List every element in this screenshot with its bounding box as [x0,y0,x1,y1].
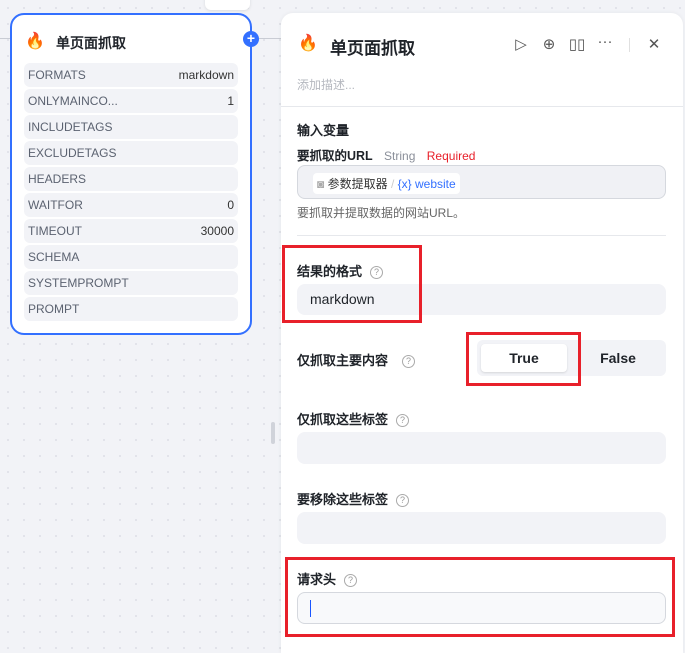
only-main-label-text: 仅抓取主要内容 [297,353,389,368]
separator: / [390,177,395,191]
panel-title: 单页面抓取 [330,39,415,58]
help-icon[interactable]: ? [402,355,416,368]
variable-chip[interactable]: ◙ 参数提取器 / {x} website [313,173,460,194]
source-node: 参数提取器 [327,177,388,191]
type-label: String [384,149,416,163]
help-icon[interactable]: ? [396,414,410,427]
url-input[interactable]: ◙ 参数提取器 / {x} website [297,165,666,199]
inputs-heading: 输入变量 [297,123,350,138]
param-value: markdown [178,68,234,82]
node-title: 单页面抓取 [56,35,126,51]
include-tags-input[interactable] [297,432,666,464]
exclude-tags-label: 要移除这些标签? [297,489,410,508]
divider [281,106,683,107]
book-icon[interactable]: ▯▯ [567,35,587,53]
exclude-tags-input[interactable] [297,512,666,544]
param-key: TIMEOUT [28,224,82,238]
node-param-row: INCLUDETAGS [24,115,238,139]
param-value: 30000 [200,224,234,238]
node-param-row: FORMATS markdown [24,63,238,87]
node-toolbar [205,0,250,10]
param-key: FORMATS [28,68,86,82]
workflow-node[interactable]: 🔥 单页面抓取 FORMATS markdown ONLYMAINCO... 1 INC… [10,13,252,335]
add-node-plus-icon[interactable]: + [243,31,259,47]
node-param-row: WAITFOR 0 [24,193,238,217]
node-param-row: EXCLUDETAGS [24,141,238,165]
run-icon[interactable]: ▷ [511,35,531,53]
include-tags-label: 仅抓取这些标签? [297,409,410,428]
highlight-box [466,332,581,386]
param-key: SYSTEMPROMPT [28,276,129,290]
node-param-row: PROMPT [24,297,238,321]
url-label-row: 要抓取的URL String Required [297,145,475,164]
required-label: Required [426,149,476,163]
variable-icon: {x} [397,177,412,191]
param-key: PROMPT [28,302,80,316]
node-param-row: ONLYMAINCO... 1 [24,89,238,113]
url-help: 要抓取并提取数据的网站URL。 [297,206,466,220]
close-icon[interactable]: ✕ [644,35,664,53]
node-param-row: TIMEOUT 30000 [24,219,238,243]
only-main-label: 仅抓取主要内容? [297,350,416,369]
param-value: 0 [227,198,234,212]
description-input[interactable]: 添加描述... [297,76,355,93]
variable-name: website [415,177,456,191]
help-icon[interactable]: ? [396,494,410,507]
highlight-box [282,245,422,323]
url-label: 要抓取的URL [297,149,373,163]
include-tags-label-text: 仅抓取这些标签 [297,412,389,427]
resize-handle[interactable] [271,422,275,444]
fire-icon: 🔥 [298,35,318,52]
param-key: EXCLUDETAGS [28,146,117,160]
param-key: INCLUDETAGS [28,120,113,134]
exclude-tags-label-text: 要移除这些标签 [297,492,389,507]
divider [629,38,630,52]
fire-icon: 🔥 [25,33,45,50]
more-icon[interactable]: ··· [595,33,615,50]
param-value: 1 [227,94,234,108]
node-icon: ◙ [317,177,325,191]
locate-icon[interactable]: ⊕ [539,35,559,53]
false-option[interactable]: False [575,344,661,372]
node-param-row: HEADERS [24,167,238,191]
node-param-row: SCHEMA [24,245,238,269]
param-key: WAITFOR [28,198,83,212]
edge [0,38,10,39]
param-key: HEADERS [28,172,87,186]
divider [297,235,666,236]
highlight-box [285,557,675,637]
param-key: SCHEMA [28,250,80,264]
param-key: ONLYMAINCO... [28,94,118,108]
node-param-row: SYSTEMPROMPT [24,271,238,295]
